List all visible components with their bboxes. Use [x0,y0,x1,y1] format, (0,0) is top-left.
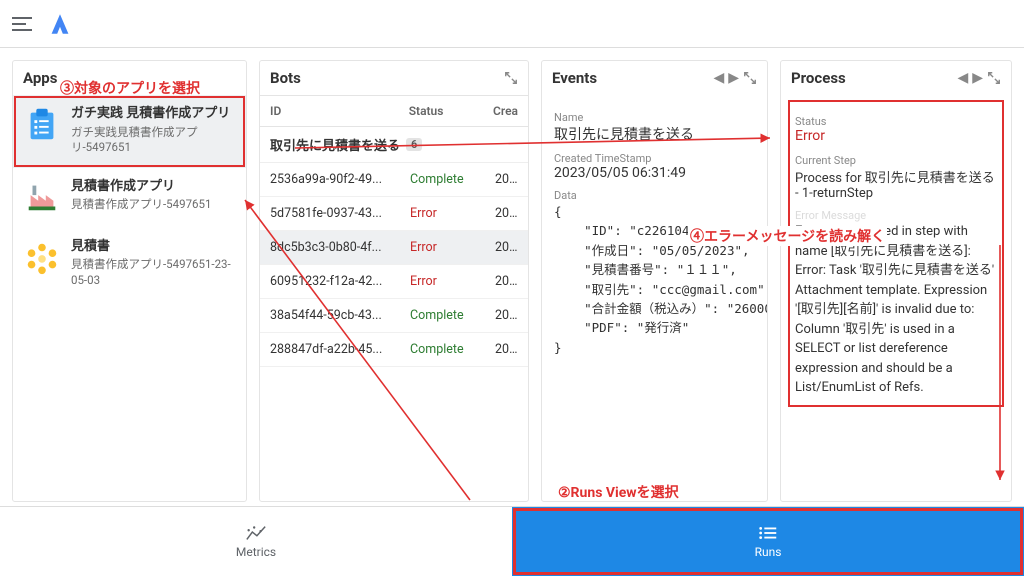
bots-rows: 2536a99a-90f2-49...Complete20235d7581fe-… [260,163,528,367]
top-bar [0,0,1024,48]
bot-status: Complete [400,163,485,196]
events-prev-icon[interactable]: ◀ [713,70,724,86]
bots-group-label: 取引先に見積書を送る [270,135,400,154]
clipboard-icon [23,105,61,143]
process-error-message: Error encountered in step with name [取引先… [795,222,997,398]
app-item-sub: ガチ実践見積書作成アプリ-5497651 [71,125,236,156]
bots-col-id[interactable]: ID [260,96,399,126]
app-item-title: ガチ実践 見積書作成アプリ [71,105,236,123]
bot-created: 2023 [485,163,528,196]
bots-col-created[interactable]: Crea [483,96,528,126]
bot-id: 60951232-f12a-42... [260,265,400,298]
bot-row[interactable]: 60951232-f12a-42...Error2023 [260,265,528,299]
process-step: Process for 取引先に見積書を送る - 1-returnStep [795,167,997,201]
process-status: Error [795,128,997,144]
app-item-title: 見積書作成アプリ [71,178,211,196]
bot-created: 2023 [485,299,528,332]
annotation-step3: ③対象のアプリを選択 [60,78,200,98]
tab-metrics-label: Metrics [236,545,276,559]
app-item-sub: 見積書作成アプリ-5497651 [71,197,211,213]
annotation-step2: ②Runs Viewを選択 [558,482,679,502]
events-name: 取引先に見積書を送る [554,124,755,144]
bot-created: 2023 [485,231,528,264]
events-ts-label: Created TimeStamp [554,152,755,165]
process-panel: Process ◀ ▶ Status Error Current Step Pr… [780,60,1012,502]
tab-metrics[interactable]: Metrics [0,507,512,576]
events-title: Events [552,69,597,87]
bottom-tabs: Metrics Runs [0,506,1024,576]
process-msg-label: Error Message [795,209,997,222]
bot-status: Complete [400,299,485,332]
bot-row[interactable]: 288847df-a22b-45...Complete2023 [260,333,528,367]
panels-row: Apps ガチ実践 見積書作成アプリ ガチ実践見積書作成アプリ-5497651 … [0,48,1024,506]
bots-group-count: 6 [406,138,422,151]
app-item[interactable]: 見積書作成アプリ 見積書作成アプリ-5497651 [13,168,246,228]
bot-id: 2536a99a-90f2-49... [260,163,400,196]
bot-row[interactable]: 8dc5b3c3-0b80-4f...Error2023 [260,231,528,265]
bots-group[interactable]: 取引先に見積書を送る 6 [260,127,528,163]
apps-title: Apps [23,69,57,87]
process-title: Process [791,69,846,87]
bot-status: Complete [400,333,485,366]
factory-icon [23,178,61,216]
bots-panel: Bots ID Status Crea 取引先に見積書を送る 6 2536a99… [259,60,529,502]
events-panel: Events ◀ ▶ Name 取引先に見積書を送る Created TimeS… [541,60,768,502]
bot-row[interactable]: 5d7581fe-0937-43...Error2023 [260,197,528,231]
events-ts: 2023/05/05 06:31:49 [554,165,755,181]
events-name-label: Name [554,111,755,124]
events-data-label: Data [554,189,755,202]
bot-id: 5d7581fe-0937-43... [260,197,400,230]
process-prev-icon[interactable]: ◀ [957,70,968,86]
menu-icon[interactable] [12,17,32,31]
bot-id: 288847df-a22b-45... [260,333,400,366]
app-item[interactable]: 見積書 見積書作成アプリ-5497651-23-05-03 [13,228,246,301]
bot-status: Error [400,231,485,264]
bot-status: Error [400,197,485,230]
appsheet-logo [46,10,74,38]
circles-icon [23,238,61,276]
process-status-label: Status [795,115,997,128]
bot-created: 2023 [485,265,528,298]
app-item-title: 見積書 [71,238,236,256]
bots-columns: ID Status Crea [260,95,528,127]
bot-created: 2023 [485,197,528,230]
tab-runs-label: Runs [755,545,782,559]
bot-row[interactable]: 2536a99a-90f2-49...Complete2023 [260,163,528,197]
process-next-icon[interactable]: ▶ [972,70,983,86]
list-icon [757,524,779,542]
bot-created: 2023 [485,333,528,366]
expand-icon[interactable] [987,71,1001,85]
app-item-sub: 見積書作成アプリ-5497651-23-05-03 [71,257,236,288]
tab-runs[interactable]: Runs [512,507,1024,576]
bot-status: Error [400,265,485,298]
bot-id: 38a54f44-59cb-43... [260,299,400,332]
bots-title: Bots [270,69,301,87]
bots-col-status[interactable]: Status [399,96,483,126]
metrics-icon [245,524,267,542]
expand-icon[interactable] [743,71,757,85]
app-item-selected[interactable]: ガチ実践 見積書作成アプリ ガチ実践見積書作成アプリ-5497651 [13,95,246,168]
events-next-icon[interactable]: ▶ [728,70,739,86]
apps-list: ガチ実践 見積書作成アプリ ガチ実践見積書作成アプリ-5497651 見積書作成… [13,95,246,501]
apps-panel: Apps ガチ実践 見積書作成アプリ ガチ実践見積書作成アプリ-5497651 … [12,60,247,502]
bot-id: 8dc5b3c3-0b80-4f... [260,231,400,264]
bot-row[interactable]: 38a54f44-59cb-43...Complete2023 [260,299,528,333]
process-step-label: Current Step [795,154,997,167]
annotation-step4: ④エラーメッセージを読み解く [688,226,887,246]
expand-icon[interactable] [504,71,518,85]
